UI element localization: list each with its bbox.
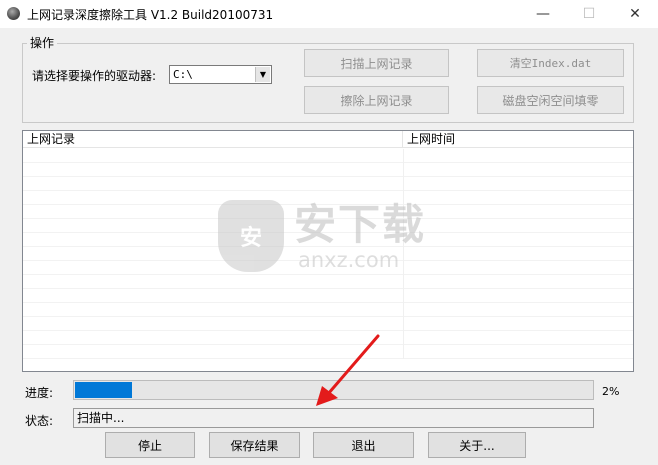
erase-records-button[interactable]: 擦除上网记录	[304, 86, 449, 114]
drive-select-value: C:\	[173, 68, 193, 81]
column-header-record[interactable]: 上网记录	[23, 131, 403, 148]
drive-select[interactable]: C:\ ▼	[169, 65, 272, 84]
list-item	[23, 289, 633, 303]
app-icon	[7, 7, 20, 20]
column-header-time[interactable]: 上网时间	[403, 131, 633, 148]
shield-icon: 安	[218, 200, 284, 272]
chevron-down-icon[interactable]: ▼	[255, 67, 270, 82]
watermark-subtext: anxz.com	[298, 248, 400, 272]
progress-percent: 2%	[602, 385, 620, 398]
drive-label: 请选择要操作的驱动器:	[32, 69, 157, 83]
red-arrow-icon	[316, 334, 380, 406]
title-bar: 上网记录深度擦除工具 V1.2 Build20100731 — ☐ ✕	[0, 0, 658, 28]
minimize-button[interactable]: —	[520, 0, 566, 28]
list-item	[23, 163, 633, 177]
exit-button[interactable]: 退出	[313, 432, 414, 458]
status-text: 扫描中...	[73, 408, 594, 428]
list-item	[23, 317, 633, 331]
maximize-button[interactable]: ☐	[566, 0, 612, 28]
list-item	[23, 303, 633, 317]
scan-records-button[interactable]: 扫描上网记录	[304, 49, 449, 77]
list-header: 上网记录 上网时间	[23, 131, 633, 148]
operations-legend: 操作	[27, 34, 58, 51]
close-button[interactable]: ✕	[612, 0, 658, 28]
list-item	[23, 177, 633, 191]
watermark-logo: 安 安下载 anxz.com	[218, 200, 448, 275]
window-title: 上网记录深度擦除工具 V1.2 Build20100731	[27, 8, 274, 22]
clear-index-button[interactable]: 清空Index.dat	[477, 49, 624, 77]
save-results-button[interactable]: 保存结果	[209, 432, 300, 458]
list-item	[23, 275, 633, 289]
wipe-free-space-button[interactable]: 磁盘空闲空间填零	[477, 86, 624, 114]
list-item	[23, 149, 633, 163]
stop-button[interactable]: 停止	[105, 432, 195, 458]
progress-label: 进度:	[25, 386, 54, 400]
status-label: 状态:	[25, 414, 54, 428]
watermark-text: 安下载	[294, 200, 427, 249]
about-button[interactable]: 关于...	[428, 432, 526, 458]
progress-fill	[75, 382, 132, 398]
